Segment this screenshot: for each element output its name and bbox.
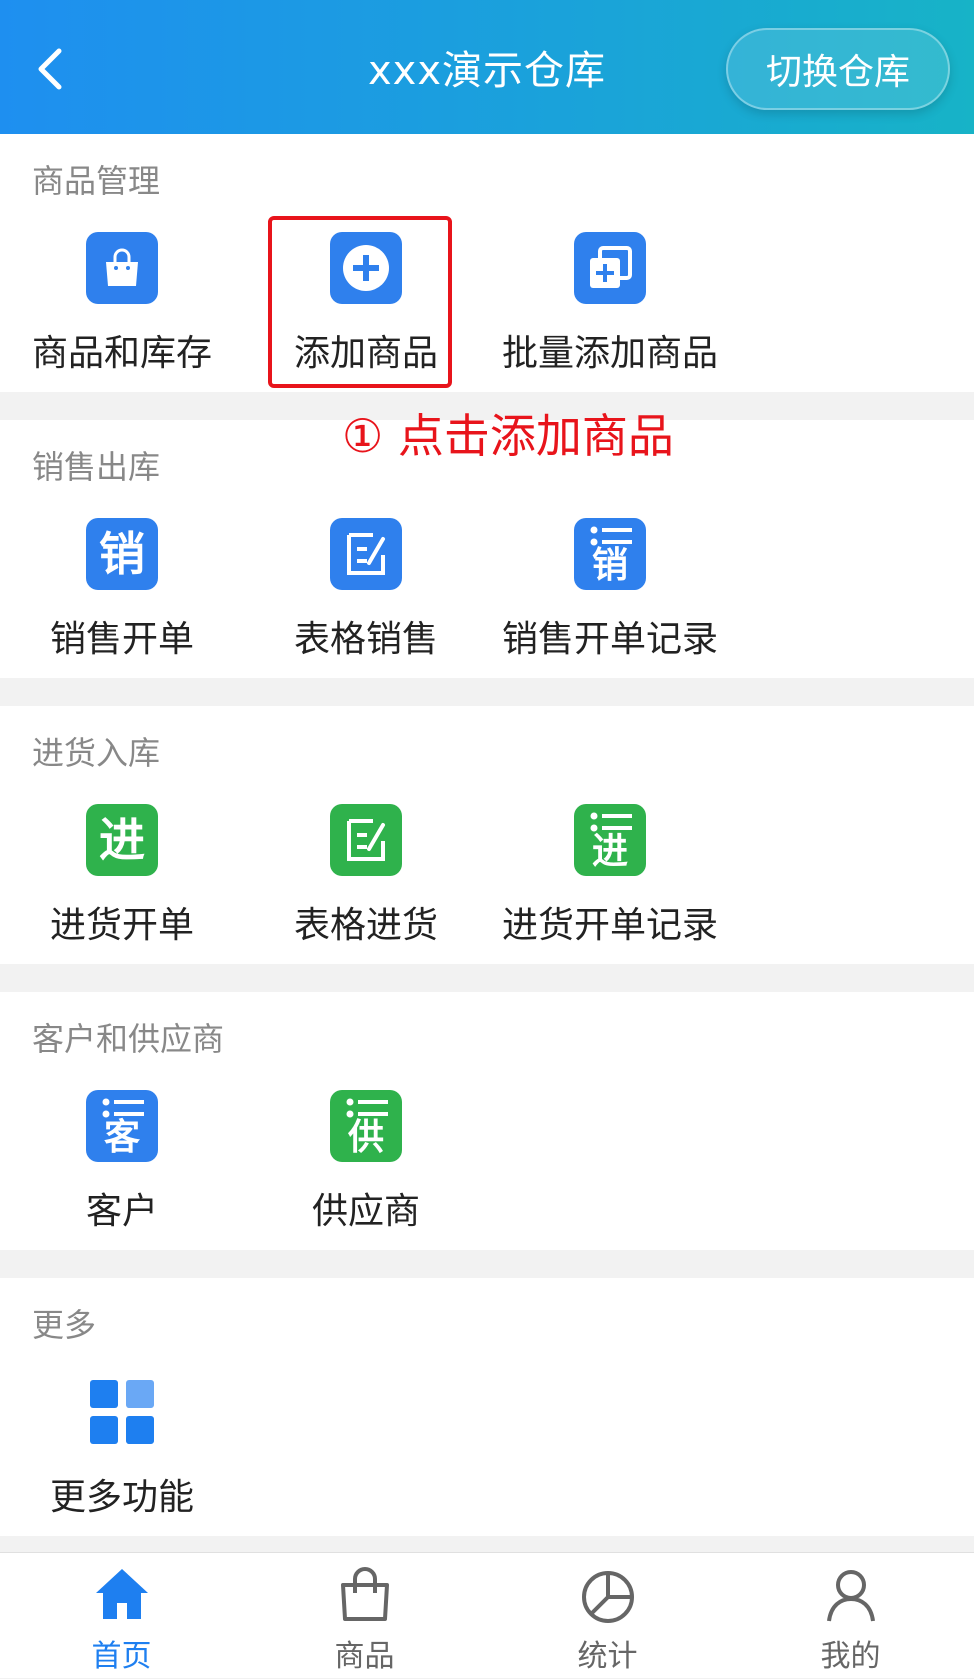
icon-char: 客 [103,1117,140,1158]
grid-icon [86,1376,158,1448]
icon-char: 进 [99,813,145,867]
tile-batch-add-goods[interactable]: 批量添加商品 [488,224,732,374]
section-title: 客户和供应商 [32,1020,225,1058]
home-icon [95,1569,148,1619]
tile-suppliers[interactable]: 供 供应商 [244,1082,488,1232]
bottom-tab-bar: 首页 商品 统计 我的 [0,1552,974,1678]
chevron-left-icon [38,48,62,90]
icon-char: 销 [591,545,628,586]
tile-label: 添加商品 [293,333,438,374]
tile-add-goods[interactable]: 添加商品 [244,224,488,374]
section-title: 进货入库 [32,734,161,772]
tile-sales-records[interactable]: 销 销售开单记录 [488,510,732,660]
tile-label: 销售开单记录 [501,619,718,660]
icon-char: 进 [591,831,628,872]
section-title: 商品管理 [32,162,161,200]
tab-label: 商品 [334,1639,395,1674]
tile-purchase-records[interactable]: 进 进货开单记录 [488,796,732,946]
tile-label: 表格销售 [293,619,438,660]
icon-char: 销 [99,527,145,581]
tile-label: 供应商 [311,1191,420,1232]
tile-label: 进货开单记录 [501,905,718,946]
section-goods: 商品管理 商品和库存 添加商品 批量添加商品 [0,134,974,392]
tile-sales-order[interactable]: 销 销售开单 [0,510,244,660]
tile-label: 更多功能 [49,1477,194,1518]
tile-table-sales[interactable]: 表格销售 [244,510,488,660]
pie-chart-icon [581,1571,634,1623]
batch-add-icon [574,232,646,304]
tile-table-purchase[interactable]: 表格进货 [244,796,488,946]
tutorial-annotation: ① 点击添加商品 [342,409,674,463]
tab-label: 我的 [820,1639,881,1674]
edit-form-icon [330,518,402,590]
edit-form-icon [330,804,402,876]
tab-label: 首页 [91,1639,152,1674]
tile-label: 批量添加商品 [501,333,718,374]
tile-more-features[interactable]: 更多功能 [0,1368,244,1518]
plus-circle-icon [330,232,402,304]
section-title: 更多 [32,1306,97,1344]
sales-icon: 销 [86,518,158,590]
purchase-list-icon: 进 [574,804,646,876]
section-title: 销售出库 [32,448,161,486]
back-button[interactable] [28,44,72,94]
tile-goods-inventory[interactable]: 商品和库存 [0,224,244,374]
tab-home[interactable]: 首页 [0,1553,243,1679]
shopping-bag-icon [340,1567,389,1621]
section-partners: 客户和供应商 客 客户 供 供应商 [0,992,974,1250]
tile-purchase-order[interactable]: 进 进货开单 [0,796,244,946]
tile-customers[interactable]: 客 客户 [0,1082,244,1232]
app-header: xxx演示仓库 切换仓库 [0,0,974,134]
shopping-bag-icon [86,232,158,304]
tab-goods[interactable]: 商品 [243,1553,486,1679]
customer-list-icon: 客 [86,1090,158,1162]
tab-label: 统计 [577,1639,638,1674]
user-icon [826,1570,875,1622]
supplier-list-icon: 供 [330,1090,402,1162]
tab-stats[interactable]: 统计 [486,1553,729,1679]
tile-label: 表格进货 [293,905,438,946]
section-purchase: 进货入库 进 进货开单 表格进货 进 进货开单记录 [0,706,974,964]
icon-char: 供 [347,1117,384,1158]
sales-list-icon: 销 [574,518,646,590]
tab-mine[interactable]: 我的 [729,1553,972,1679]
switch-warehouse-button[interactable]: 切换仓库 [726,28,950,110]
purchase-icon: 进 [86,804,158,876]
section-more: 更多 更多功能 [0,1278,974,1536]
